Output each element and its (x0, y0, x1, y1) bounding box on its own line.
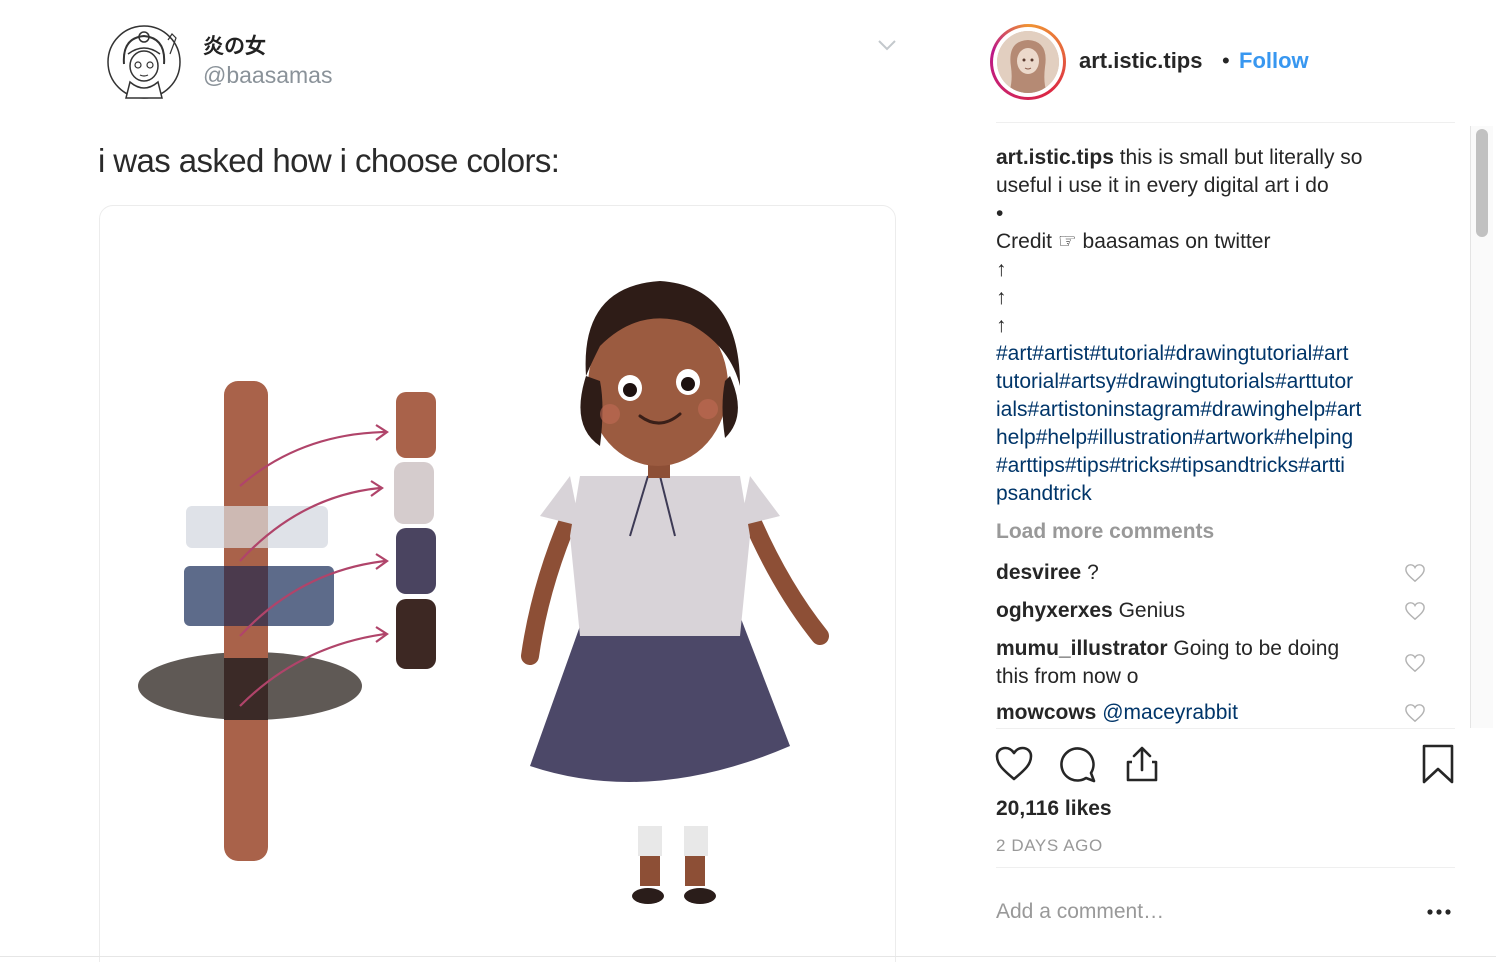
comment-icon[interactable] (1058, 744, 1098, 784)
hashtag-line[interactable]: help#help#illustration#artwork#helping (996, 424, 1436, 452)
comment-text: Going to be doing (1173, 637, 1340, 660)
caption-line: Credit ☞ baasamas on twitter (996, 230, 1271, 253)
heart-icon[interactable] (1404, 601, 1426, 621)
caption-username[interactable]: art.istic.tips (996, 146, 1114, 169)
tweet-author-handle: @baasamas (203, 62, 333, 88)
like-heart-icon[interactable] (994, 744, 1034, 784)
more-icon[interactable] (1424, 905, 1454, 919)
actions-divider (996, 728, 1455, 729)
comment-row: oghyxerxes Genius (996, 597, 1436, 625)
comment-username[interactable]: mowcows (996, 701, 1096, 724)
post-author-username[interactable]: art.istic.tips (1079, 48, 1202, 74)
post-header: art.istic.tips • Follow (960, 0, 1496, 122)
comment-mention[interactable]: @maceyrabbit (1102, 701, 1238, 724)
follow-button[interactable]: Follow (1239, 48, 1309, 74)
story-ring[interactable] (990, 24, 1066, 100)
likes-count[interactable]: 20,116 likes (996, 797, 1112, 821)
hashtag-line[interactable]: psandtrick (996, 480, 1436, 508)
caption-line: this is small but literally so (1119, 146, 1363, 169)
header-separator: • (1222, 48, 1230, 73)
heart-icon[interactable] (1404, 563, 1426, 583)
caption-line: • (996, 202, 1004, 225)
scrollbar-thumb[interactable] (1476, 129, 1488, 237)
share-icon[interactable] (1122, 744, 1162, 784)
tweet-text: i was asked how i choose colors: (98, 142, 560, 179)
bottom-border (0, 956, 1496, 957)
heart-icon[interactable] (1404, 703, 1426, 723)
hashtag-line[interactable]: #arttips#tips#tricks#tipsandtricks#artti (996, 452, 1436, 480)
caption-line: ↑ (996, 314, 1007, 337)
caption-line: useful i use it in every digital art i d… (996, 174, 1329, 197)
comment-text: this from now o (996, 665, 1139, 688)
avatar[interactable] (997, 31, 1059, 93)
comment-username[interactable]: oghyxerxes (996, 599, 1113, 622)
add-comment-input[interactable] (996, 895, 1376, 929)
tweet-author-name: 炎の女 (203, 34, 266, 58)
caption-line: ↑ (996, 258, 1007, 281)
comments-scrollbar[interactable] (1470, 126, 1493, 728)
post-sidebar: art.istic.tips • Follow art.istic.tips t… (960, 0, 1496, 962)
hashtag-line[interactable]: #art#artist#tutorial#drawingtutorial#art (996, 340, 1436, 368)
hashtag-line[interactable]: ials#artistoninstagram#drawinghelp#art (996, 396, 1436, 424)
load-more-comments-button[interactable]: Load more comments (996, 520, 1214, 544)
hashtag-line[interactable]: tutorial#artsy#drawingtutorials#arttutor (996, 368, 1436, 396)
post-timestamp[interactable]: 2 DAYS AGO (996, 836, 1103, 856)
comment-username[interactable]: mumu_illustrator (996, 637, 1168, 660)
comment-text: ? (1087, 561, 1099, 584)
tweet-avatar (107, 25, 181, 99)
post-caption: art.istic.tips this is small but literal… (996, 144, 1436, 508)
comment-row: mumu_illustrator Going to be doing this … (996, 635, 1436, 691)
comment-username[interactable]: desviree (996, 561, 1081, 584)
bookmark-icon[interactable] (1418, 744, 1458, 784)
caption-line: ↑ (996, 286, 1007, 309)
post-image[interactable]: 炎の女 @baasamas i was asked how i choose c… (0, 0, 960, 962)
color-stick-diagram (138, 381, 362, 861)
palette-swatches (394, 392, 436, 669)
comment-text: Genius (1118, 599, 1186, 622)
tweet-illustration (99, 205, 896, 962)
comments-list[interactable]: art.istic.tips this is small but literal… (996, 123, 1466, 728)
chevron-down-icon (878, 40, 896, 51)
footer-divider (996, 867, 1455, 868)
girl-character (521, 281, 829, 904)
heart-icon[interactable] (1404, 653, 1426, 673)
comment-row: mowcows @maceyrabbit (996, 699, 1436, 727)
comment-row: desviree ? (996, 559, 1436, 587)
